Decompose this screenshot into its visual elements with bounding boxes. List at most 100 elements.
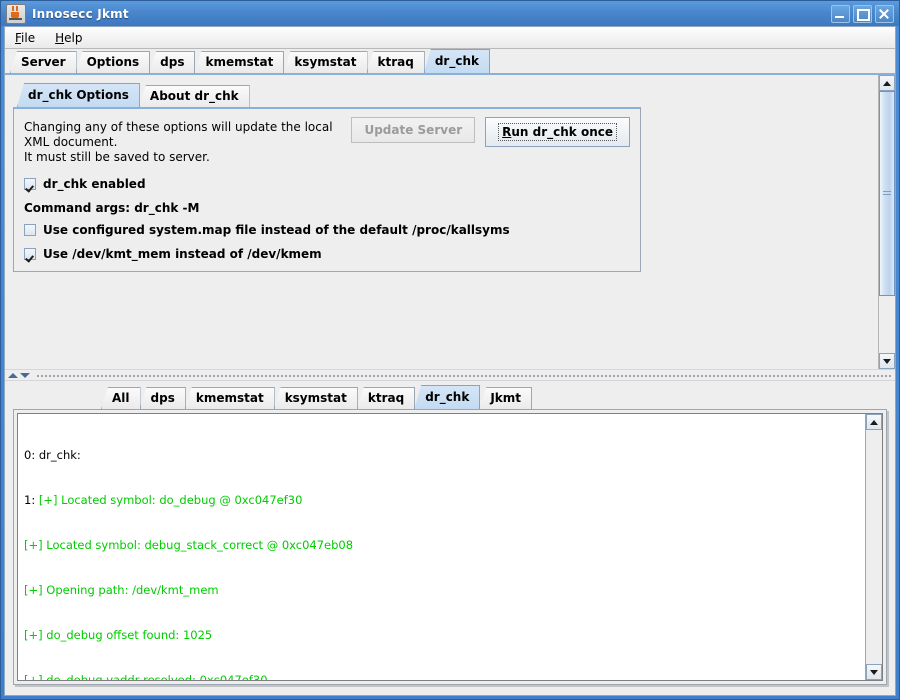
options-description: Changing any of these options will updat… — [24, 117, 351, 165]
console-inner: 0: dr_chk: 1: [+] Located symbol: do_deb… — [17, 413, 883, 681]
divider-up-icon[interactable] — [8, 373, 18, 378]
menu-help[interactable]: Help — [53, 29, 92, 47]
scroll-up-icon[interactable] — [879, 75, 895, 91]
dr-chk-options-panel: Changing any of these options will updat… — [13, 107, 641, 272]
tab-ksymstat[interactable]: ksymstat — [283, 51, 367, 73]
console-tab-ksymstat-label: ksymstat — [285, 391, 347, 405]
tab-dr-chk-label: dr_chk — [435, 54, 479, 68]
log-line: [+] do_debug vaddr resolved: 0xc047ef30 — [24, 673, 861, 680]
scroll-track[interactable] — [866, 430, 882, 664]
tab-options-label: Options — [87, 55, 140, 69]
run-button-label: un dr_chk once — [511, 125, 613, 139]
console-tab-dr-chk-label: dr_chk — [425, 390, 469, 404]
menu-help-label: elp — [64, 31, 82, 45]
log-line: [+] do_debug offset found: 1025 — [24, 628, 861, 643]
tab-kmemstat[interactable]: kmemstat — [194, 51, 284, 73]
console-tab-kmemstat[interactable]: kmemstat — [185, 387, 275, 409]
menu-file[interactable]: File — [13, 29, 45, 47]
run-button-mnemonic: R — [502, 125, 511, 139]
checkbox-dr-chk-enabled[interactable] — [24, 178, 36, 190]
log-line: [+] Located symbol: debug_stack_correct … — [24, 538, 861, 553]
tab-about-dr-chk-label: About dr_chk — [150, 89, 239, 103]
main-tab-panel: dr_chk Options About dr_chk Changing any… — [5, 73, 895, 369]
client-area: File Help Server Options dps kmemstat ks… — [4, 26, 896, 696]
tab-dps[interactable]: dps — [149, 51, 195, 73]
update-server-button[interactable]: Update Server — [351, 117, 475, 143]
inner-tab-row: dr_chk Options About dr_chk — [13, 83, 878, 107]
tab-dr-chk-options[interactable]: dr_chk Options — [17, 83, 140, 107]
console-tab-ktraq-label: ktraq — [368, 391, 404, 405]
divider-grip — [36, 374, 891, 377]
console-tab-jkmt[interactable]: Jkmt — [479, 387, 532, 409]
checkbox-use-system-map-label: Use configured system.map file instead o… — [43, 223, 510, 237]
menu-bar: File Help — [5, 27, 895, 49]
window-title: Innosecc Jkmt — [32, 7, 831, 21]
log-line: [+] Opening path: /dev/kmt_mem — [24, 583, 861, 598]
options-buttons: Update Server Run dr_chk once — [351, 117, 630, 147]
scroll-down-icon[interactable] — [866, 664, 882, 680]
checkbox-row-systemmap[interactable]: Use configured system.map file instead o… — [24, 223, 630, 237]
divider-down-icon[interactable] — [20, 373, 30, 378]
tab-ksymstat-label: ksymstat — [294, 55, 356, 69]
log-line: 1: [+] Located symbol: do_debug @ 0xc047… — [24, 493, 861, 508]
console-tab-dr-chk[interactable]: dr_chk — [414, 385, 480, 409]
top-pane-scrollbar[interactable] — [878, 75, 895, 369]
checkbox-use-kmt-mem-label: Use /dev/kmt_mem instead of /dev/kmem — [43, 247, 322, 261]
tab-options[interactable]: Options — [76, 51, 151, 73]
console-tab-ktraq[interactable]: ktraq — [357, 387, 415, 409]
log-line-prefix: 1: — [24, 493, 39, 507]
main-tab-row: Server Options dps kmemstat ksymstat ktr… — [5, 49, 895, 73]
split-pane: Server Options dps kmemstat ksymstat ktr… — [5, 49, 895, 695]
scroll-thumb[interactable] — [879, 91, 895, 296]
options-description-line1: Changing any of these options will updat… — [24, 120, 351, 150]
checkbox-dr-chk-enabled-label: dr_chk enabled — [43, 177, 146, 191]
run-dr-chk-once-button[interactable]: Run dr_chk once — [485, 117, 630, 147]
console-scrollbar[interactable] — [865, 414, 882, 680]
close-icon[interactable] — [875, 5, 894, 23]
title-bar: Innosecc Jkmt — [1, 1, 899, 26]
split-pane-divider[interactable] — [5, 369, 895, 381]
log-line: 0: dr_chk: — [24, 448, 861, 463]
tab-ktraq[interactable]: ktraq — [367, 51, 425, 73]
window-buttons — [831, 5, 894, 23]
console-tab-kmemstat-label: kmemstat — [196, 391, 264, 405]
top-pane: Server Options dps kmemstat ksymstat ktr… — [5, 49, 895, 369]
console-border: 0: dr_chk: 1: [+] Located symbol: do_deb… — [13, 409, 887, 685]
checkbox-use-kmt-mem[interactable] — [24, 248, 36, 260]
menu-file-label: ile — [21, 31, 35, 45]
tab-server[interactable]: Server — [10, 51, 77, 73]
log-line-text: [+] Located symbol: do_debug @ 0xc047ef3… — [39, 493, 303, 507]
console-tab-all-label: All — [112, 391, 130, 405]
tab-about-dr-chk[interactable]: About dr_chk — [139, 85, 250, 107]
minimize-icon[interactable] — [831, 5, 850, 23]
console-tab-dps-label: dps — [151, 391, 175, 405]
console-tab-all[interactable]: All — [101, 387, 141, 409]
tab-kmemstat-label: kmemstat — [205, 55, 273, 69]
scroll-track[interactable] — [879, 91, 895, 353]
scroll-down-icon[interactable] — [879, 353, 895, 369]
tab-dr-chk[interactable]: dr_chk — [424, 49, 490, 73]
options-description-line2: It must still be saved to server. — [24, 150, 351, 165]
options-scroll-viewport: dr_chk Options About dr_chk Changing any… — [5, 75, 878, 369]
tab-dps-label: dps — [160, 55, 184, 69]
console-outer: 0: dr_chk: 1: [+] Located symbol: do_deb… — [5, 409, 895, 695]
console-tab-jkmt-label: Jkmt — [490, 391, 521, 405]
application-window: Innosecc Jkmt File Help Server Options d… — [0, 0, 900, 700]
options-area: dr_chk Options About dr_chk Changing any… — [5, 75, 878, 272]
maximize-icon[interactable] — [853, 5, 872, 23]
tab-ktraq-label: ktraq — [378, 55, 414, 69]
java-coffee-cup-icon — [6, 4, 26, 24]
bottom-pane: All dps kmemstat ksymstat ktraq dr_chk J… — [5, 381, 895, 695]
checkbox-row-kmtmem[interactable]: Use /dev/kmt_mem instead of /dev/kmem — [24, 247, 630, 261]
tab-dr-chk-options-label: dr_chk Options — [28, 88, 129, 102]
scroll-up-icon[interactable] — [866, 414, 882, 430]
command-args-label: Command args: dr_chk -M — [24, 201, 630, 215]
log-output[interactable]: 0: dr_chk: 1: [+] Located symbol: do_deb… — [18, 414, 865, 680]
console-tab-dps[interactable]: dps — [140, 387, 186, 409]
console-tab-row: All dps kmemstat ksymstat ktraq dr_chk J… — [5, 385, 895, 409]
checkbox-row-enabled[interactable]: dr_chk enabled — [24, 177, 630, 191]
tab-server-label: Server — [21, 55, 66, 69]
console-tab-ksymstat[interactable]: ksymstat — [274, 387, 358, 409]
options-header-row: Changing any of these options will updat… — [24, 117, 630, 165]
checkbox-use-system-map[interactable] — [24, 224, 36, 236]
